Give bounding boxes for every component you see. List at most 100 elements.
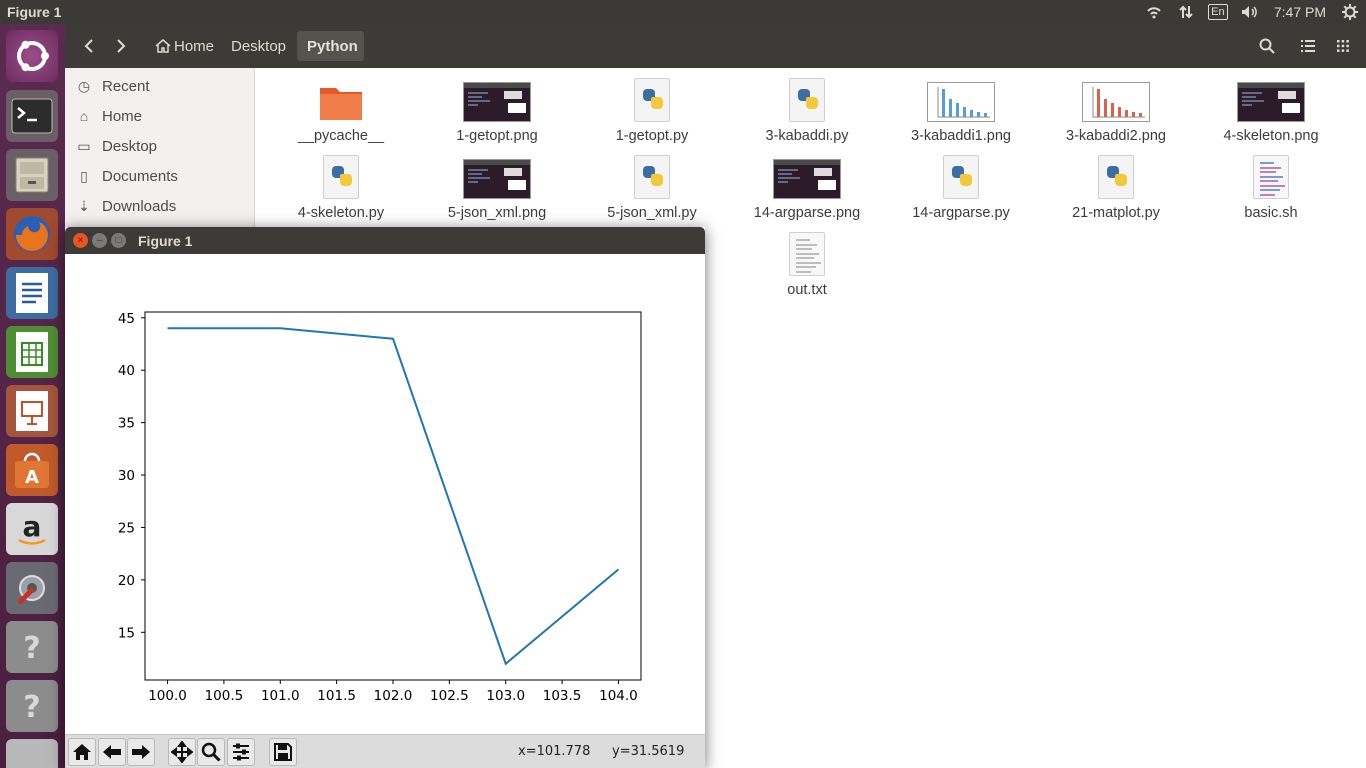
keyboard-language-indicator[interactable]: En (1202, 0, 1234, 24)
python-file-icon (1098, 155, 1134, 199)
file-item[interactable]: 14-argparse.png (732, 155, 882, 229)
image-thumbnail-icon (463, 78, 531, 122)
transfer-arrows-icon[interactable] (1170, 0, 1202, 24)
file-item[interactable]: 1-getopt.png (422, 78, 572, 152)
folder-icon: ▭ (77, 137, 91, 154)
search-button[interactable] (1252, 31, 1282, 61)
file-item[interactable]: 3-kabaddi2.png (1041, 78, 1191, 152)
back-button[interactable] (75, 31, 103, 61)
launcher-terminal[interactable] (6, 90, 58, 142)
x-tick-label: 102.5 (430, 688, 469, 704)
firefox-icon (14, 216, 50, 252)
file-cabinet-icon (15, 157, 49, 193)
amazon-icon: a (18, 510, 46, 545)
x-tick-label: 101.0 (261, 688, 300, 704)
file-name: 5-json_xml.png (447, 205, 547, 221)
file-item[interactable]: 4-skeleton.png (1196, 78, 1346, 152)
save-figure-button[interactable] (269, 738, 297, 766)
file-item[interactable]: 3-kabaddi1.png (886, 78, 1036, 152)
launcher-writer[interactable] (6, 267, 58, 319)
chevron-right-icon (117, 39, 126, 53)
volume-icon[interactable] (1234, 0, 1266, 24)
list-icon (1301, 40, 1315, 52)
file-item[interactable]: 3-kabaddi.py (732, 78, 882, 152)
file-item[interactable]: __pycache__ (266, 78, 416, 152)
network-icon[interactable] (1138, 0, 1170, 24)
file-item[interactable]: 21-matplot.py (1041, 155, 1191, 229)
plot-canvas[interactable]: 100.0 100.5 101.0 101.5 102.0 102.5 103.0 103.5… (65, 254, 705, 734)
file-item[interactable]: 4-skeleton.py (266, 155, 416, 229)
file-name: 5-json_xml.py (607, 205, 697, 221)
sidebar-item-desktop[interactable]: ▭ Desktop (65, 131, 255, 161)
maximize-window-button[interactable]: □ (111, 233, 126, 248)
close-window-button[interactable]: × (73, 233, 88, 248)
terminal-icon (11, 98, 53, 134)
question-mark-icon: ? (23, 690, 40, 725)
figure-titlebar[interactable]: × – □ Figure 1 (65, 227, 705, 254)
launcher-calc[interactable] (6, 326, 58, 378)
minimize-window-button[interactable]: – (92, 233, 107, 248)
breadcrumb-python[interactable]: Python (297, 31, 364, 61)
sidebar-item-downloads[interactable]: ⇣ Downloads (65, 191, 255, 221)
launcher-text-editor[interactable] (6, 739, 58, 768)
home-view-button[interactable] (68, 738, 96, 766)
download-icon: ⇣ (78, 197, 90, 214)
file-item[interactable]: basic.sh (1196, 155, 1346, 229)
file-item[interactable]: 5-json_xml.png (422, 155, 572, 229)
ubuntu-dash-button[interactable] (6, 30, 58, 82)
zoom-magnifier-icon (201, 742, 221, 762)
file-item[interactable]: 5-json_xml.py (577, 155, 727, 229)
file-item[interactable]: 1-getopt.py (577, 78, 727, 152)
launcher-impress[interactable] (6, 385, 58, 437)
launcher-unknown-app-1[interactable]: ? (6, 621, 58, 673)
image-thumbnail-icon (927, 78, 995, 122)
file-name: 21-matplot.py (1072, 205, 1160, 221)
launcher-files[interactable] (6, 149, 58, 201)
settings-gear-icon[interactable] (1334, 0, 1366, 24)
image-thumbnail-icon (1237, 78, 1305, 122)
sidebar-item-documents[interactable]: ▯ Documents (65, 161, 255, 191)
launcher-unknown-app-2[interactable]: ? (6, 680, 58, 732)
file-item[interactable]: out.txt (732, 232, 882, 306)
image-thumbnail-icon (463, 155, 531, 199)
unity-launcher: A a ? ? (0, 24, 65, 768)
clock[interactable]: 7:47 PM (1266, 0, 1334, 24)
launcher-system-settings[interactable] (6, 562, 58, 614)
view-options-button[interactable] (1328, 31, 1358, 61)
impress-presentation-icon (16, 391, 48, 431)
sidebar-item-recent[interactable]: ◷ Recent (65, 71, 255, 101)
python-file-icon (634, 78, 670, 122)
figure-window: × – □ Figure 1 100.0 100.5 101.0 101.5 102.0… (65, 227, 705, 768)
text-file-icon (789, 232, 825, 276)
file-item[interactable]: 14-argparse.py (886, 155, 1036, 229)
file-name: 4-skeleton.png (1223, 128, 1319, 144)
launcher-amazon[interactable]: a (6, 503, 58, 555)
forward-view-button[interactable] (127, 738, 155, 766)
svg-text:A: A (25, 467, 39, 488)
x-tick-label: 100.0 (148, 688, 187, 704)
file-name: 1-getopt.py (615, 128, 689, 144)
minimize-icon: – (96, 234, 103, 246)
zoom-rect-button[interactable] (197, 738, 225, 766)
python-file-icon (789, 78, 825, 122)
list-view-button[interactable] (1293, 31, 1323, 61)
x-tick-label: 104.0 (599, 688, 638, 704)
pan-button[interactable] (168, 738, 196, 766)
forward-button[interactable] (107, 31, 135, 61)
y-tick-label: 35 (118, 416, 135, 432)
cursor-y-readout: y=31.5619 (612, 744, 685, 759)
question-mark-icon: ? (23, 631, 40, 666)
breadcrumb-home[interactable]: Home (145, 31, 224, 61)
cursor-x-readout: x=101.778 (518, 744, 591, 759)
y-tick-label: 15 (118, 625, 135, 641)
grid-icon (1337, 40, 1349, 52)
launcher-firefox[interactable] (6, 208, 58, 260)
sidebar-item-home[interactable]: ⌂ Home (65, 101, 255, 131)
svg-text:?: ? (23, 690, 40, 725)
file-name: __pycache__ (297, 128, 385, 144)
back-view-button[interactable] (98, 738, 126, 766)
breadcrumb-desktop[interactable]: Desktop (221, 31, 296, 61)
configure-subplots-button[interactable] (227, 738, 255, 766)
launcher-software-center[interactable]: A (6, 444, 58, 496)
python-file-icon (323, 155, 359, 199)
